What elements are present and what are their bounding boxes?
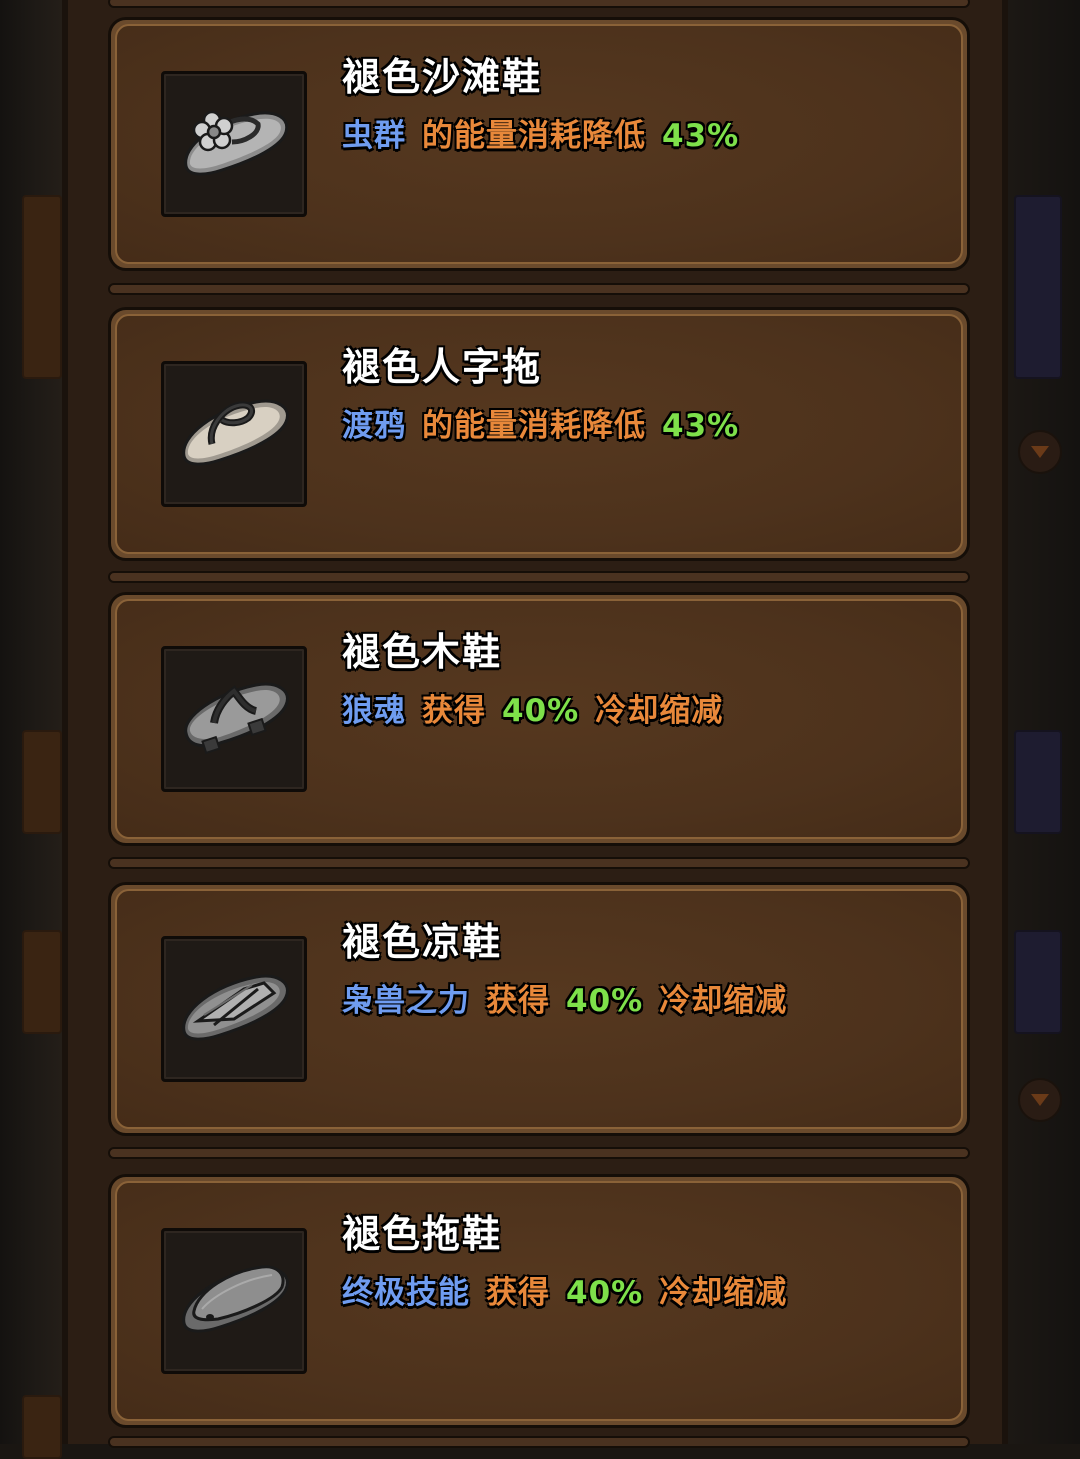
skill-name: 狼魂 bbox=[342, 693, 406, 729]
skill-name: 终极技能 bbox=[342, 1275, 470, 1311]
right-tab bbox=[1014, 730, 1062, 834]
effect-text: 获得 bbox=[422, 693, 486, 729]
right-tab bbox=[1014, 930, 1062, 1034]
effect-value: 40% bbox=[502, 693, 580, 729]
list-item[interactable]: 褪色木鞋 狼魂 获得 40% 冷却缩减 bbox=[108, 592, 970, 846]
item-title: 褪色木鞋 bbox=[342, 630, 503, 674]
item-title: 褪色拖鞋 bbox=[342, 1212, 503, 1256]
strap-sandal-icon bbox=[182, 974, 289, 1041]
flower-beach-sandal-icon bbox=[184, 110, 289, 176]
item-title: 褪色凉鞋 bbox=[342, 920, 503, 964]
row-separator bbox=[108, 0, 970, 8]
item-title: 褪色人字拖 bbox=[342, 345, 543, 389]
effect-text: 获得 bbox=[486, 983, 550, 1019]
item-icon-slot bbox=[161, 1228, 307, 1374]
skill-name: 渡鸦 bbox=[342, 408, 406, 444]
row-separator bbox=[108, 857, 970, 869]
item-icon-slot bbox=[161, 361, 307, 507]
item-description: 狼魂 获得 40% 冷却缩减 bbox=[342, 685, 739, 730]
effect-text: 的能量消耗降低 bbox=[422, 408, 646, 444]
scroll-down-arrow-icon[interactable] bbox=[1018, 430, 1062, 474]
list-item[interactable]: 褪色沙滩鞋 虫群 的能量消耗降低 43% bbox=[108, 17, 970, 271]
effect-value: 43% bbox=[662, 408, 740, 444]
effect-value: 40% bbox=[566, 1275, 644, 1311]
row-separator bbox=[108, 1436, 970, 1448]
left-tab bbox=[22, 1395, 62, 1459]
item-description: 终极技能 获得 40% 冷却缩减 bbox=[342, 1267, 803, 1312]
effect-suffix: 冷却缩减 bbox=[659, 983, 788, 1019]
slide-slipper-icon bbox=[182, 1265, 289, 1333]
row-separator bbox=[108, 571, 970, 583]
item-title: 褪色沙滩鞋 bbox=[342, 55, 543, 99]
list-item[interactable]: 褪色拖鞋 终极技能 获得 40% 冷却缩减 bbox=[108, 1174, 970, 1428]
row-separator bbox=[108, 283, 970, 295]
effect-value: 40% bbox=[566, 983, 644, 1019]
effect-text: 获得 bbox=[486, 1275, 550, 1311]
item-description: 虫群 的能量消耗降低 43% bbox=[342, 110, 771, 155]
list-item[interactable]: 褪色凉鞋 枭兽之力 获得 40% 冷却缩减 bbox=[108, 882, 970, 1136]
skill-name: 虫群 bbox=[342, 118, 406, 154]
scroll-down-arrow-icon[interactable] bbox=[1018, 1078, 1062, 1122]
wooden-clog-icon bbox=[184, 682, 289, 755]
item-icon-slot bbox=[161, 71, 307, 217]
effect-value: 43% bbox=[662, 118, 740, 154]
left-tab bbox=[22, 930, 62, 1034]
item-icon-slot bbox=[161, 646, 307, 792]
right-side-frame bbox=[1008, 0, 1080, 1444]
left-side-frame bbox=[0, 0, 62, 1459]
row-separator bbox=[108, 1147, 970, 1159]
effect-suffix: 冷却缩减 bbox=[595, 693, 724, 729]
item-icon-slot bbox=[161, 936, 307, 1082]
right-tab bbox=[1014, 195, 1062, 379]
effect-text: 的能量消耗降低 bbox=[422, 118, 646, 154]
left-tab bbox=[22, 195, 62, 379]
effect-suffix: 冷却缩减 bbox=[659, 1275, 788, 1311]
list-item[interactable]: 褪色人字拖 渡鸦 的能量消耗降低 43% bbox=[108, 307, 970, 561]
item-description: 枭兽之力 获得 40% 冷却缩减 bbox=[342, 975, 803, 1020]
flip-flop-icon bbox=[182, 399, 289, 466]
left-tab bbox=[22, 730, 62, 834]
item-description: 渡鸦 的能量消耗降低 43% bbox=[342, 400, 771, 445]
skill-name: 枭兽之力 bbox=[342, 983, 470, 1019]
